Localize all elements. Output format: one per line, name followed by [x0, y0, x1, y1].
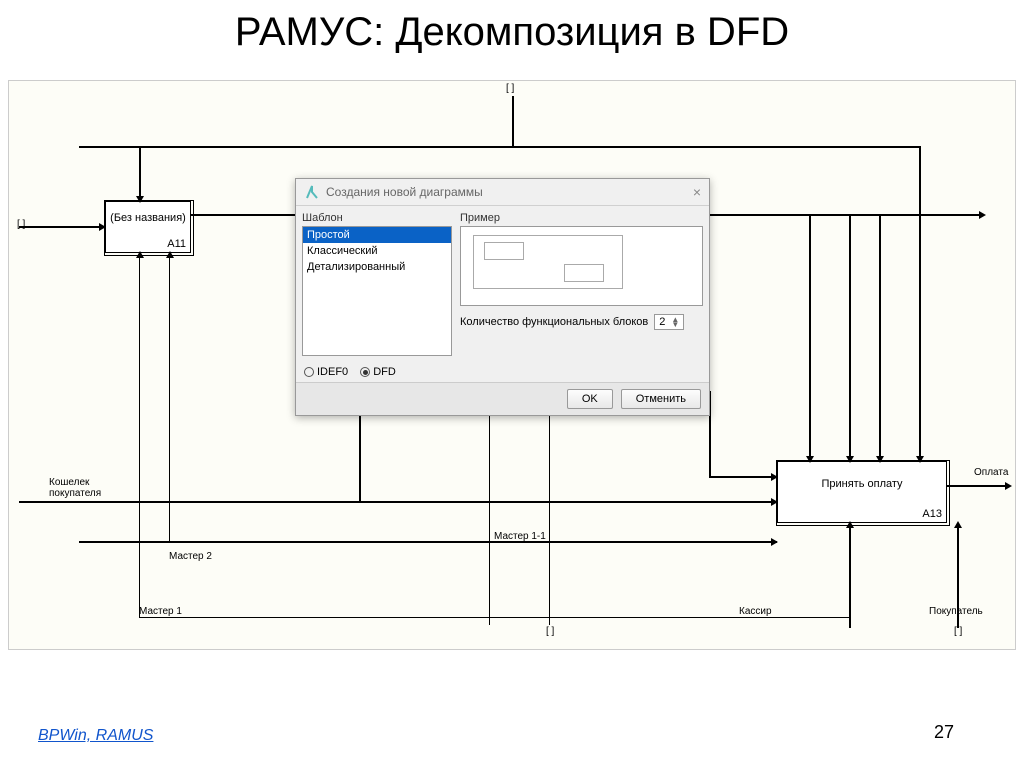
close-icon[interactable]: × — [693, 184, 701, 200]
box-a11-id: А11 — [167, 238, 186, 250]
radio-idef0[interactable]: IDEF0 — [304, 366, 348, 378]
label-master1: Мастер 1 — [139, 606, 182, 617]
radio-dfd-label: DFD — [373, 366, 396, 378]
spinner-arrows-icon[interactable]: ▲▼ — [671, 317, 679, 327]
footer-link[interactable]: BPWin, RAMUS — [38, 727, 153, 745]
tunnel-left: [ ] — [17, 219, 25, 230]
label-master11: Мастер 1-1 — [494, 531, 546, 542]
label-payment: Оплата — [974, 467, 1008, 478]
tunnel-top: [ ] — [506, 83, 514, 94]
label-wallet: Кошелек покупателя — [49, 477, 101, 499]
dialog-titlebar[interactable]: Создания новой диаграммы × — [296, 179, 709, 206]
page-title: РАМУС: Декомпозиция в DFD — [0, 10, 1024, 55]
app-icon — [304, 184, 320, 200]
preview-box — [460, 226, 703, 306]
page-number: 27 — [934, 722, 954, 743]
label-cashier: Кассир — [739, 606, 772, 617]
block-count-label: Количество функциональных блоков — [460, 316, 648, 328]
preview-label: Пример — [460, 212, 703, 224]
label-master2: Мастер 2 — [169, 551, 212, 562]
box-a11-label: (Без названия) — [110, 212, 186, 224]
tunnel-bottom-a12: [ ] — [546, 626, 554, 637]
block-count-spinner[interactable]: 2 ▲▼ — [654, 314, 684, 330]
new-diagram-dialog[interactable]: Создания новой диаграммы × Шаблон Просто… — [295, 178, 710, 416]
box-a13-id: А13 — [922, 508, 942, 520]
block-count-value: 2 — [659, 316, 665, 328]
box-a13-label: Принять оплату — [821, 478, 902, 490]
ok-button[interactable]: OK — [567, 389, 613, 409]
box-a11: (Без названия) А11 — [105, 201, 191, 253]
radio-dfd[interactable]: DFD — [360, 366, 396, 378]
template-label: Шаблон — [302, 212, 452, 224]
template-item-classic[interactable]: Классический — [303, 243, 451, 259]
cancel-button[interactable]: Отменить — [621, 389, 701, 409]
template-listbox[interactable]: Простой Классический Детализированный — [302, 226, 452, 356]
box-a13: Принять оплату А13 — [777, 461, 947, 523]
radio-idef0-label: IDEF0 — [317, 366, 348, 378]
template-item-simple[interactable]: Простой — [303, 227, 451, 243]
dialog-title: Создания новой диаграммы — [326, 185, 483, 199]
label-buyer: Покупатель — [929, 606, 983, 617]
template-item-detailed[interactable]: Детализированный — [303, 259, 451, 275]
